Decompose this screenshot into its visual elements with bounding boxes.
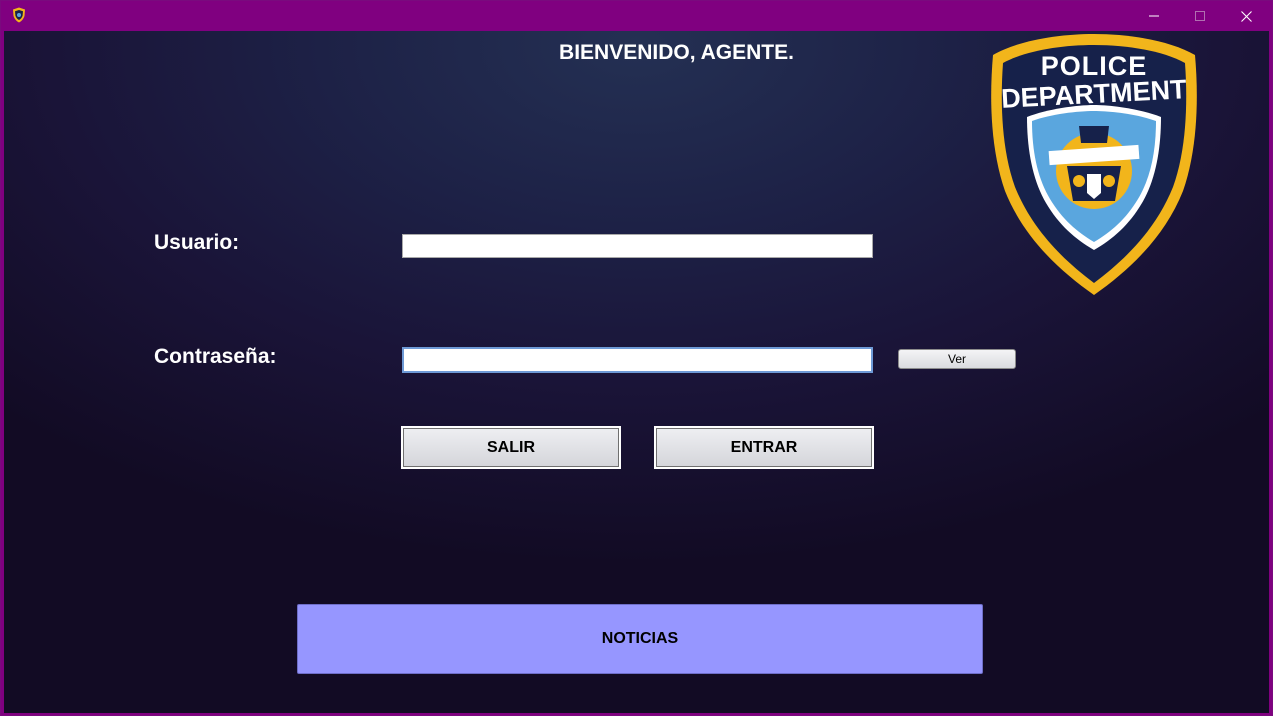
show-password-button[interactable]: Ver — [898, 349, 1016, 369]
maximize-button[interactable] — [1177, 1, 1223, 31]
login-panel: BIENVENIDO, AGENTE. POLICE DEPARTMENT Us… — [4, 31, 1269, 713]
password-label: Contraseña: — [154, 345, 277, 368]
login-button[interactable]: ENTRAR — [654, 426, 874, 469]
close-button[interactable] — [1223, 1, 1269, 31]
close-icon — [1240, 10, 1252, 22]
user-label: Usuario: — [154, 231, 240, 254]
exit-button[interactable]: SALIR — [401, 426, 621, 469]
minimize-button[interactable] — [1131, 1, 1177, 31]
shield-app-icon — [13, 7, 25, 23]
maximize-icon — [1195, 11, 1205, 21]
minimize-icon — [1149, 15, 1159, 17]
app-window: BIENVENIDO, AGENTE. POLICE DEPARTMENT Us… — [0, 0, 1273, 716]
news-button[interactable]: NOTICIAS — [297, 604, 983, 674]
user-input[interactable] — [402, 234, 873, 258]
title-bar[interactable] — [1, 1, 1272, 31]
police-badge-logo: POLICE DEPARTMENT — [991, 34, 1197, 295]
password-input[interactable] — [402, 347, 873, 373]
